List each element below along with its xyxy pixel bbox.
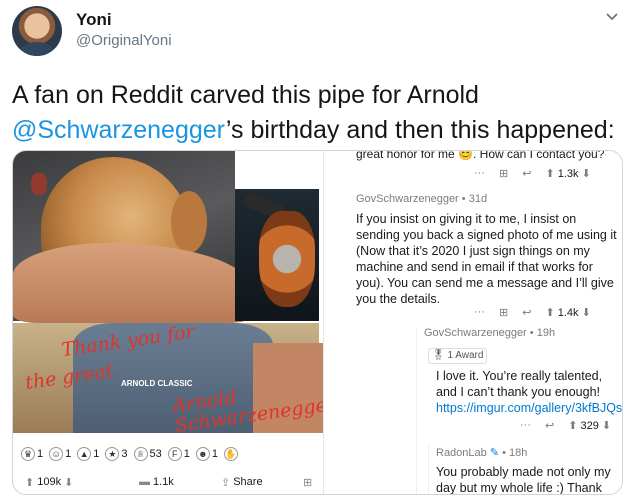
wholesome-award-icon: ☺ [49,447,64,461]
award-item[interactable]: ✋ [224,447,240,461]
comment-body: If you insist on giving it to me, I insi… [356,212,617,306]
award-label: 1 Award [447,350,484,361]
carved-bust-photo [13,151,253,323]
comment-score: 329 [580,419,599,432]
chevron-down-icon[interactable] [604,8,620,24]
award-badge[interactable]: 🎖 1 Award [428,348,488,364]
comment-age: 31d [468,193,488,205]
avatar[interactable] [12,6,62,56]
reddit-comments-panel: great honor for me 😊. How can I contact … [323,150,622,495]
tweet-text-after: ’s birthday and then this happened: [225,116,615,144]
comment-author[interactable]: GovSchwarzenegger [424,327,527,339]
save-icon[interactable]: ⊞ [499,306,508,319]
upvote-arrow-icon[interactable]: ⬆ [545,307,554,319]
downvote-arrow-icon[interactable]: ⬇ [602,420,611,432]
award-item[interactable]: F1 [167,447,190,461]
award-item[interactable]: ♛ 1 [21,447,43,461]
award-count: 1 [183,448,190,460]
comment-author-line: RadonLab ✎ • 18h [436,447,528,459]
downvote-arrow-icon[interactable]: ⬇ [582,168,591,180]
upvote-control[interactable]: ⬆ 109k ⬇ [25,476,73,489]
more-options-icon[interactable]: ··· [520,419,531,431]
post-actions: ⬆ 109k ⬇ ▬ 1.1k ⇪ Share ⊞ [21,473,321,491]
shirt-text: ARNOLD CLASSIC [121,379,193,388]
upvote-count: 109k [37,476,62,488]
comment-author[interactable]: GovSchwarzenegger [356,193,459,205]
upvote-arrow-icon[interactable]: ⬆ [568,420,577,432]
award-item[interactable]: ▲ 1 [77,447,99,461]
laugh-award-icon: ☻ [195,447,210,461]
mention-link[interactable]: @Schwarzenegger [12,116,226,144]
comments-control[interactable]: ▬ 1.1k [139,476,174,488]
comment-actions: ··· ↩ ⬆ 329 ⬇ [520,417,611,433]
carved-pipe-photo [235,189,319,321]
comment-icon: ▬ [139,476,150,488]
upvote-arrow-icon[interactable]: ⬆ [25,476,34,489]
user-handle[interactable]: @OriginalYoni [76,32,172,49]
reply-icon[interactable]: ↩ [522,306,531,319]
comment-score: 1.4k [557,306,579,319]
clap-award-icon: ✋ [224,447,238,461]
comment-actions: ··· ⊞ ↩ ⬆ 1.3k ⬇ [474,165,591,181]
tweet-text-before: A fan on Reddit carved this pipe for Arn… [12,81,479,109]
trophy-award-icon: ♕ [133,447,148,461]
comment-age: 19h [536,327,556,339]
comment-count: 1.1k [153,476,174,488]
award-count: 1 [211,448,218,460]
more-options-icon[interactable]: ··· [474,167,485,179]
award-chip-icon: 🎖 [432,350,445,361]
thread-line[interactable] [428,443,429,494]
wrench-icon: ✎ [489,447,500,459]
comment-body: I love it. You’re really talented, and I… [436,368,622,416]
thread-line[interactable] [416,329,417,494]
award-item[interactable]: ☺ 1 [49,447,71,461]
award-item[interactable]: ♕ 53 [133,447,162,461]
crown-award-icon: ♛ [21,447,35,461]
tweet-media[interactable]: ARNOLD CLASSIC Thank you for the great A… [12,150,623,495]
save-icon[interactable]: ⊞ [499,167,508,180]
comment-body: You probably made not only my day but my… [436,465,611,495]
award-item[interactable]: ☻ 1 [195,447,218,461]
downvote-arrow-icon[interactable]: ⬇ [64,476,73,489]
reply-icon[interactable]: ↩ [545,419,554,432]
share-label: Share [233,476,263,488]
comment-author[interactable]: RadonLab [436,447,487,459]
upvote-arrow-icon[interactable]: ⬆ [545,168,554,180]
award-count: 1 [93,448,100,460]
award-count: 1 [65,448,72,460]
award-item[interactable]: ★ 3 [105,447,128,461]
award-count: 53 [149,448,162,460]
awards-row: ♛ 1 ☺ 1 ▲ 1 ★ 3 ♕ 53 F1 ☻ 1 ✋ [21,443,321,465]
tweet-text: A fan on Reddit carved this pipe for Arn… [12,78,624,148]
comment-actions: ··· ⊞ ↩ ⬆ 1.4k ⬇ [474,304,591,320]
comment-author-line: GovSchwarzenegger • 31d [356,193,488,205]
more-options-icon[interactable]: ··· [474,306,485,318]
reply-icon[interactable]: ↩ [522,167,531,180]
f-award-icon: F [167,447,182,461]
comment-link[interactable]: https://imgur.com/gallery/3kfBJQs [436,401,622,415]
share-icon: ⇪ [221,476,231,489]
comment-author-line: GovSchwarzenegger • 19h [424,327,556,339]
award-count: 1 [37,448,44,460]
downvote-arrow-icon[interactable]: ⬇ [582,307,591,319]
share-button[interactable]: ⇪ Share [221,476,263,489]
display-name[interactable]: Yoni [76,10,112,30]
helpful-award-icon: ▲ [77,447,92,461]
comment-age: 18h [509,447,528,459]
comment-score: 1.3k [557,167,579,180]
gold-award-icon: ★ [105,447,120,461]
comment-cut-text: great honor for me 😊. How can I contact … [356,150,605,161]
comment-text: I love it. You’re really talented, and I… [436,369,603,399]
save-icon[interactable]: ⊞ [303,476,312,489]
signed-photo: ARNOLD CLASSIC Thank you for the great A… [13,321,337,437]
award-count: 3 [121,448,128,460]
